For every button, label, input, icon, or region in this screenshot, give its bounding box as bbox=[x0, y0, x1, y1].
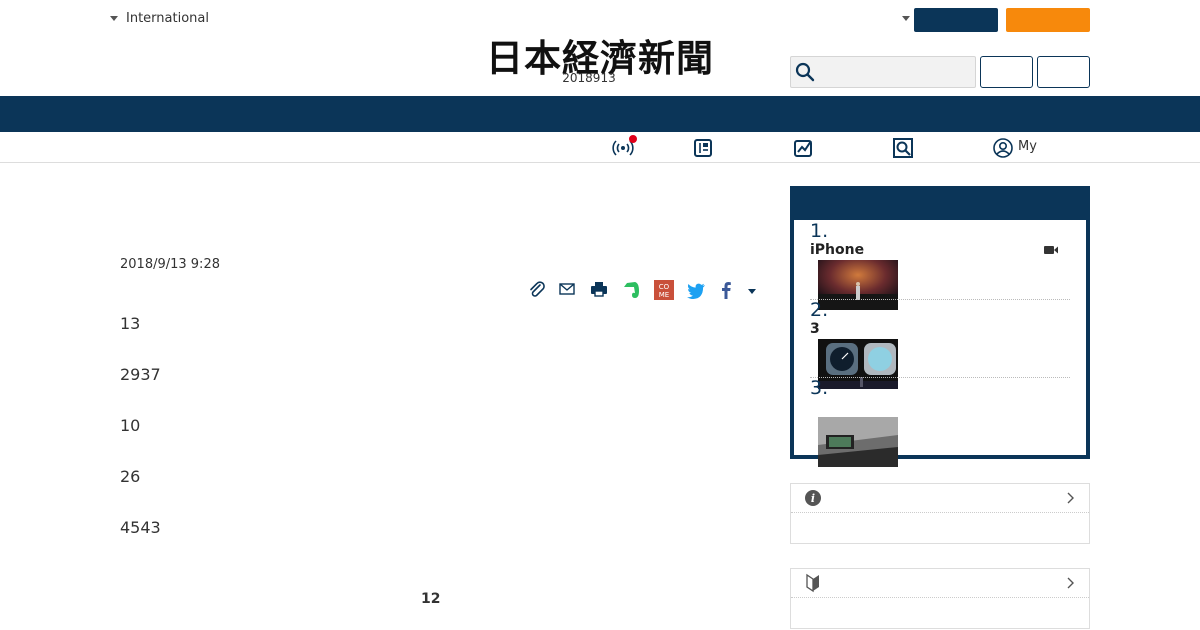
beginner-icon bbox=[806, 573, 819, 593]
language-label: International bbox=[126, 11, 209, 26]
search-input[interactable] bbox=[790, 56, 976, 88]
svg-text:ME: ME bbox=[659, 291, 669, 299]
module-header[interactable] bbox=[791, 569, 1089, 598]
my-page-link[interactable]: My bbox=[1018, 139, 1037, 154]
info-module[interactable] bbox=[790, 483, 1090, 544]
rank-divider bbox=[810, 299, 1070, 300]
rank-thumbnail[interactable] bbox=[818, 260, 898, 310]
chevron-down-icon bbox=[110, 16, 118, 21]
article-paragraph: 10 bbox=[120, 416, 141, 435]
page-number: 12 bbox=[421, 591, 441, 607]
rank-number: 3. bbox=[810, 377, 829, 399]
svg-text:i: i bbox=[811, 492, 815, 505]
article-paragraph: 13 bbox=[120, 314, 141, 333]
main-navbar bbox=[0, 96, 1200, 132]
evernote-icon[interactable] bbox=[621, 279, 643, 301]
header-primary-button[interactable] bbox=[914, 8, 998, 32]
svg-text:CO: CO bbox=[659, 283, 670, 291]
user-icon[interactable] bbox=[992, 137, 1014, 159]
chevron-down-icon[interactable] bbox=[902, 16, 910, 21]
notification-dot bbox=[629, 135, 637, 143]
mail-icon[interactable] bbox=[556, 279, 578, 301]
twitter-icon[interactable] bbox=[685, 279, 707, 301]
newspaper-icon[interactable] bbox=[692, 137, 714, 159]
rank-title[interactable]: 3 bbox=[810, 321, 820, 337]
chevron-down-icon[interactable] bbox=[748, 289, 756, 294]
header-subscribe-button[interactable] bbox=[1006, 8, 1090, 32]
chevron-right-icon[interactable] bbox=[1065, 491, 1075, 505]
video-icon bbox=[1044, 246, 1058, 254]
rank-number: 1. bbox=[810, 220, 829, 242]
register-button[interactable] bbox=[1037, 56, 1090, 88]
search-icon[interactable] bbox=[795, 62, 815, 82]
info-icon: i bbox=[805, 490, 821, 506]
article-paragraph: 4543 bbox=[120, 518, 161, 537]
article-paragraph: 26 bbox=[120, 467, 141, 486]
login-button[interactable] bbox=[980, 56, 1033, 88]
market-chart-icon[interactable] bbox=[792, 137, 814, 159]
clip-service-icon[interactable]: CO ME bbox=[653, 279, 675, 301]
beginner-module[interactable] bbox=[790, 568, 1090, 629]
print-icon[interactable] bbox=[588, 279, 610, 301]
clip-icon[interactable] bbox=[526, 279, 548, 301]
article-pubdate: 2018/9/13 9:28 bbox=[120, 257, 220, 272]
rank-thumbnail[interactable] bbox=[818, 417, 898, 467]
rank-thumbnail[interactable] bbox=[818, 339, 898, 389]
rank-divider bbox=[810, 377, 1070, 378]
language-selector[interactable]: International bbox=[110, 11, 209, 26]
rank-title[interactable]: iPhone bbox=[810, 242, 864, 258]
rank-number: 2. bbox=[810, 299, 829, 321]
search-icon[interactable] bbox=[892, 137, 914, 159]
facebook-icon[interactable] bbox=[715, 279, 737, 301]
module-header[interactable] bbox=[791, 484, 1089, 513]
chevron-right-icon[interactable] bbox=[1065, 576, 1075, 590]
edition-date: 2018913 bbox=[562, 71, 616, 85]
article-paragraph: 2937 bbox=[120, 365, 161, 384]
